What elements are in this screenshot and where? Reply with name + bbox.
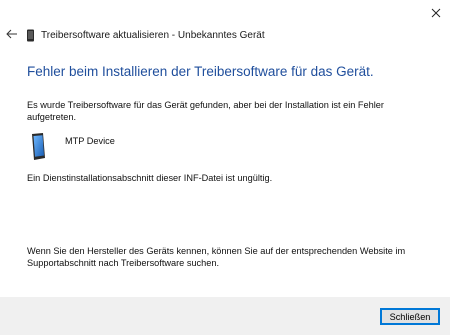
dialog-header: Treibersoftware aktualisieren - Unbekann… (26, 26, 265, 44)
dialog-footer: Schließen (0, 297, 450, 335)
error-heading: Fehler beim Installieren der Treibersoft… (27, 64, 374, 79)
dialog-title: Treibersoftware aktualisieren - Unbekann… (41, 29, 265, 41)
title-bar (0, 0, 450, 28)
back-arrow-icon (6, 29, 17, 39)
window-close-button[interactable] (422, 0, 450, 26)
device-row: MTP Device (29, 132, 115, 162)
device-name: MTP Device (65, 136, 115, 146)
error-detail: Ein Dienstinstallationsabschnitt dieser … (27, 173, 273, 183)
support-hint: Wenn Sie den Hersteller des Geräts kenne… (27, 246, 406, 268)
close-icon (431, 8, 441, 18)
device-icon (27, 29, 34, 41)
driver-update-dialog: Treibersoftware aktualisieren - Unbekann… (0, 0, 450, 335)
mobile-device-icon (32, 133, 45, 160)
close-button[interactable]: Schließen (380, 308, 440, 325)
back-button[interactable] (3, 25, 21, 43)
error-description: Es wurde Treibersoftware für das Gerät g… (27, 100, 384, 122)
